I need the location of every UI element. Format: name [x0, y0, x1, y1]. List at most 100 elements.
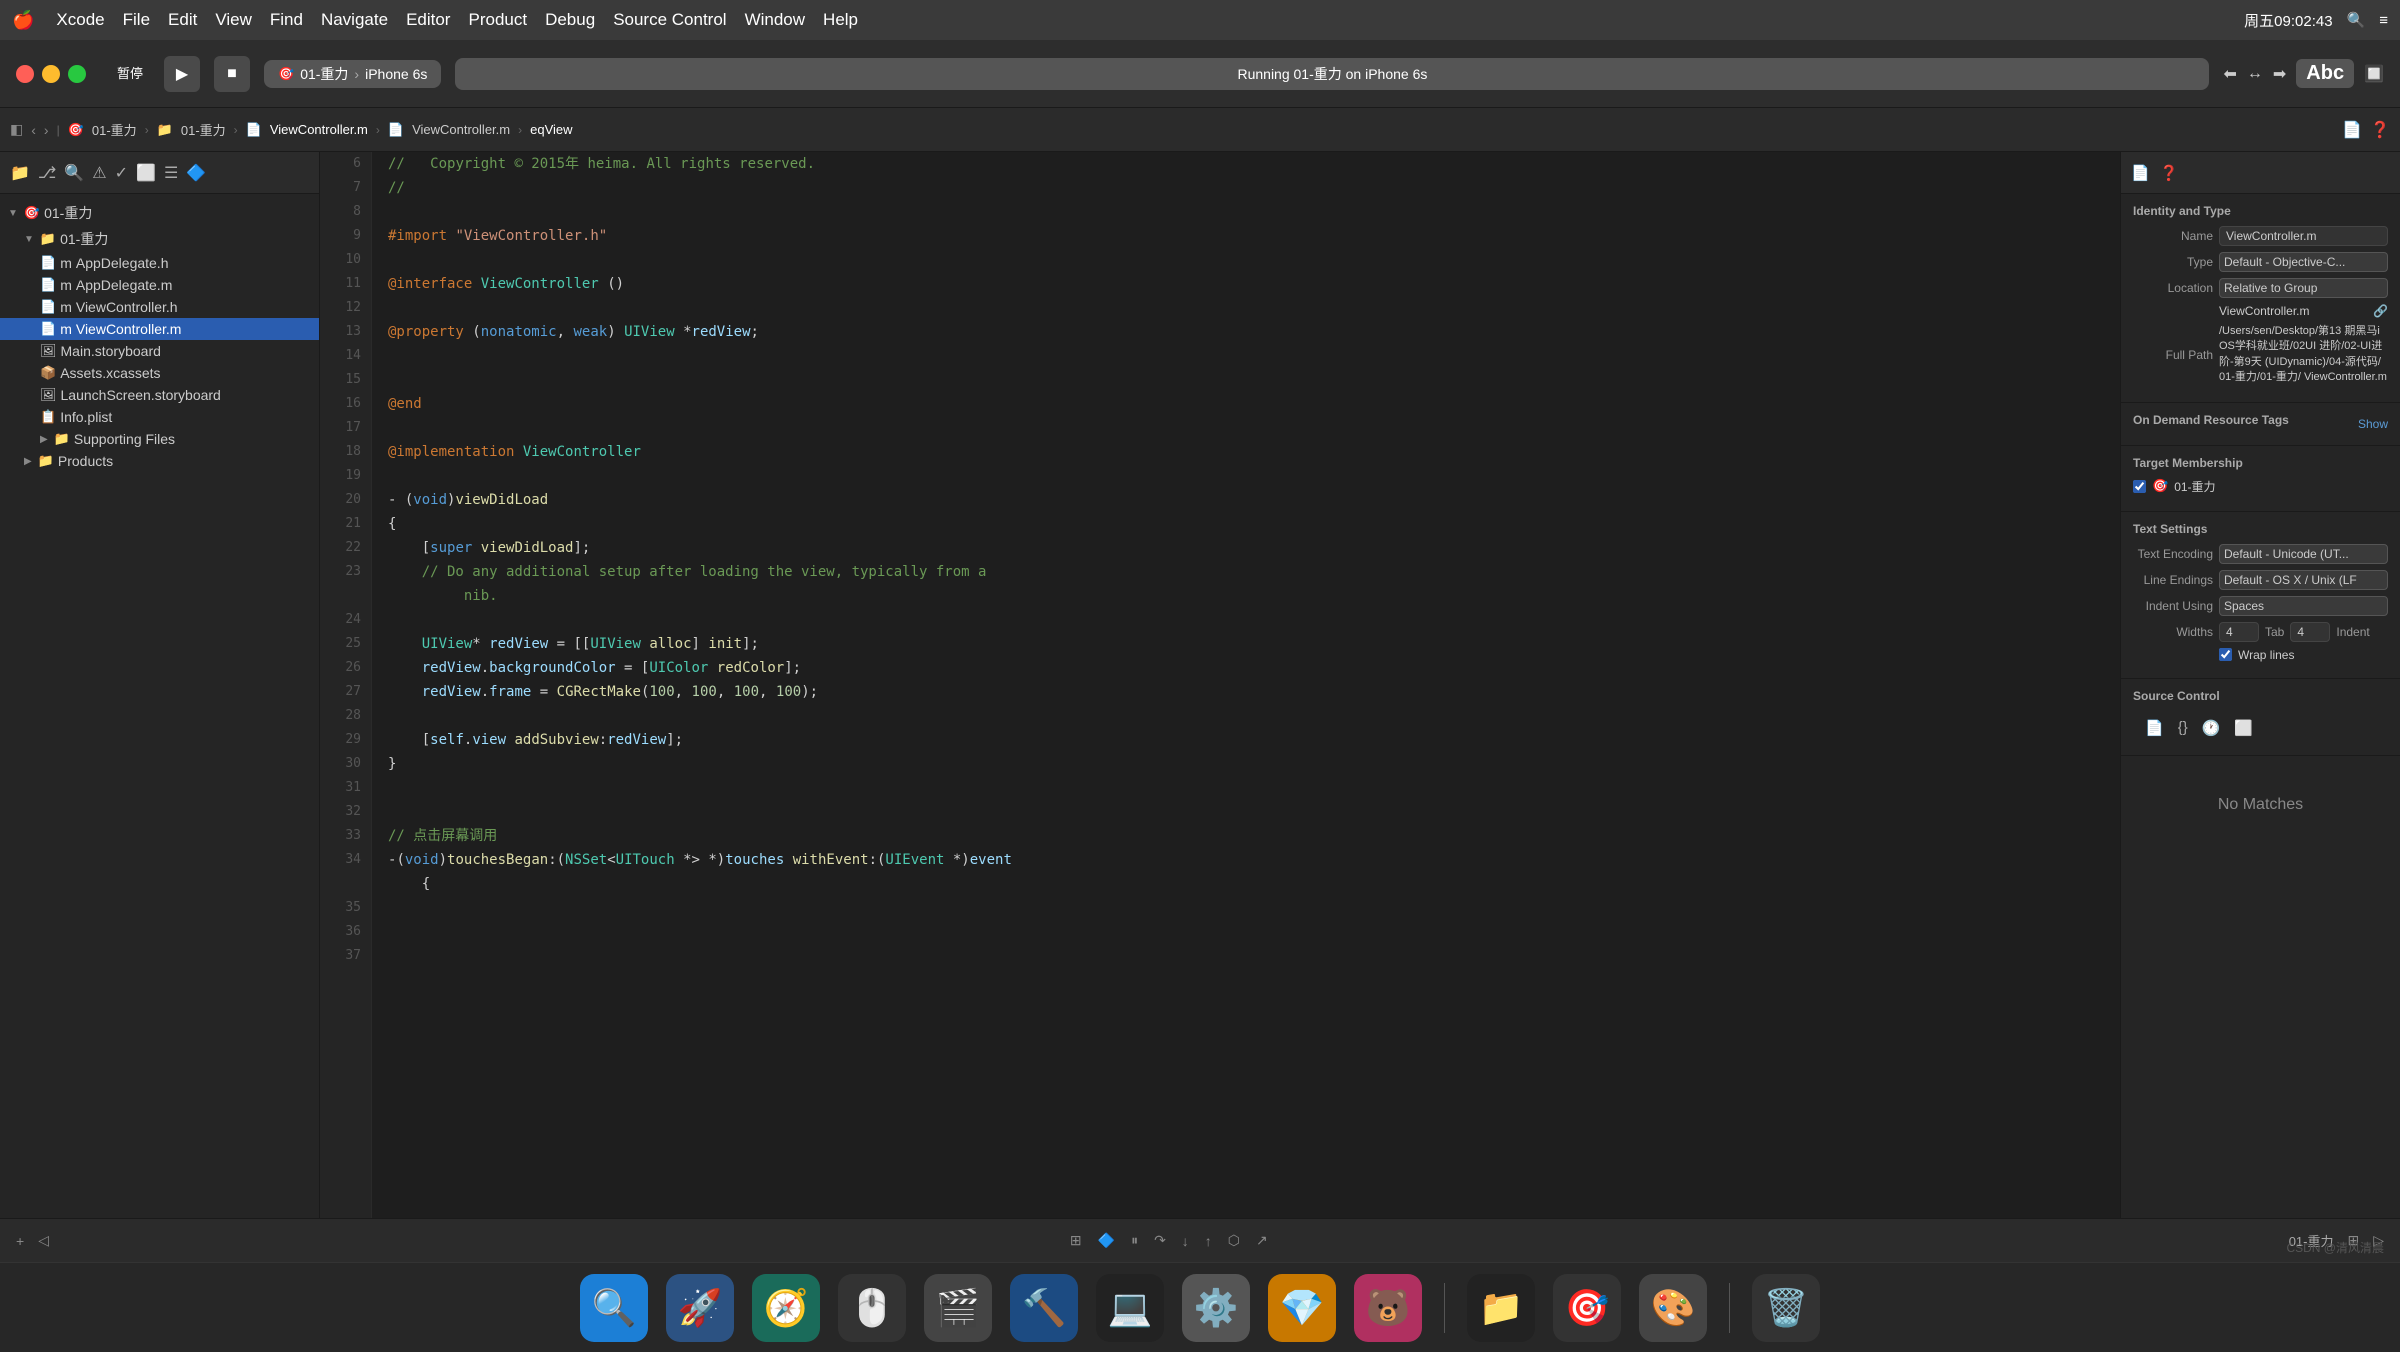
file-item-appdelegate-h[interactable]: 📄 m AppDelegate.h: [0, 252, 319, 274]
breadcrumb-symbol[interactable]: ViewController.m: [412, 122, 510, 137]
menu-view[interactable]: View: [215, 10, 252, 30]
breadcrumb-file[interactable]: ViewController.m: [270, 122, 368, 137]
menu-editor[interactable]: Editor: [406, 10, 450, 30]
breakpoint-icon[interactable]: 🔷: [1098, 1232, 1115, 1249]
tab-width-input[interactable]: [2219, 622, 2259, 642]
breakpoint-icon[interactable]: ☰: [164, 163, 178, 183]
encoding-select[interactable]: Default - Unicode (UT...: [2219, 544, 2388, 564]
nav-back-icon[interactable]: ‹: [31, 122, 36, 138]
menu-xcode[interactable]: Xcode: [56, 10, 104, 30]
file-item-products[interactable]: ▶ 📁 Products: [0, 450, 319, 472]
dock-finder[interactable]: 🔍: [580, 1274, 648, 1342]
menu-icon[interactable]: ≡: [2379, 12, 2388, 29]
share-icon[interactable]: 🔲: [2364, 64, 2384, 84]
dock-safari[interactable]: 🧭: [752, 1274, 820, 1342]
file-item-main-storyboard[interactable]: 🖼 Main.storyboard: [0, 340, 319, 362]
test-icon[interactable]: ✓: [115, 163, 128, 183]
menu-file[interactable]: File: [123, 10, 150, 30]
menu-product[interactable]: Product: [468, 10, 527, 30]
location-select[interactable]: Relative to Group: [2219, 278, 2388, 298]
nav-icon-2[interactable]: ↔: [2247, 65, 2263, 83]
indent-select[interactable]: Spaces: [2219, 596, 2388, 616]
file-item-info-plist[interactable]: 📋 Info.plist: [0, 406, 319, 428]
menu-window[interactable]: Window: [745, 10, 805, 30]
debug-icon[interactable]: ⬡: [1228, 1232, 1240, 1249]
sc-history-icon[interactable]: 🕐: [2202, 719, 2221, 737]
type-select[interactable]: Default - Objective-C...: [2219, 252, 2388, 272]
maximize-button[interactable]: [68, 65, 86, 83]
nav-icon-3[interactable]: ➡: [2273, 64, 2286, 84]
warning-icon[interactable]: ⚠: [92, 163, 106, 183]
dock-app1[interactable]: 📁: [1467, 1274, 1535, 1342]
dock-xcode[interactable]: 🔨: [1010, 1274, 1078, 1342]
file-item-viewcontroller-h[interactable]: 📄 m ViewController.h: [0, 296, 319, 318]
target-checkbox[interactable]: [2133, 480, 2146, 493]
menu-navigate[interactable]: Navigate: [321, 10, 388, 30]
file-inspector-icon[interactable]: 📄: [2131, 164, 2150, 182]
inspector-toggle-icon[interactable]: 📄: [2342, 120, 2362, 140]
show-button[interactable]: Show: [2358, 417, 2388, 431]
breadcrumb-project[interactable]: 01-重力: [92, 120, 137, 139]
file-item-viewcontroller-m[interactable]: 📄 m ViewController.m: [0, 318, 319, 340]
stop-button[interactable]: ■: [214, 56, 250, 92]
menu-edit[interactable]: Edit: [168, 10, 197, 30]
line-endings-select[interactable]: Default - OS X / Unix (LF: [2219, 570, 2388, 590]
nav-icon-1[interactable]: ⬅: [2223, 64, 2236, 84]
dock-launchpad[interactable]: 🚀: [666, 1274, 734, 1342]
tree-group1[interactable]: ▼ 📁 01-重力: [0, 226, 319, 252]
file-item-supporting-files[interactable]: ▶ 📁 Supporting Files: [0, 428, 319, 450]
dock-app2[interactable]: 🎯: [1553, 1274, 1621, 1342]
close-button[interactable]: [16, 65, 34, 83]
code-editor[interactable]: 6 7 8 9 10 11 12 13 14 15 16 17 18 19 20…: [320, 152, 2120, 1262]
folder-nav-icon[interactable]: 📁: [10, 163, 30, 183]
search-nav-icon[interactable]: 🔍: [64, 163, 84, 183]
scheme-selector[interactable]: 🎯 01-重力 › iPhone 6s: [264, 60, 441, 88]
quick-help-icon[interactable]: ❓: [2160, 164, 2179, 182]
pause-icon[interactable]: ⏸: [1131, 1232, 1138, 1249]
dock-bear[interactable]: 🐻: [1354, 1274, 1422, 1342]
name-input[interactable]: [2219, 226, 2388, 246]
back-icon[interactable]: ◁: [38, 1232, 49, 1249]
report-icon[interactable]: 🔷: [186, 163, 206, 183]
code-line: [388, 464, 2104, 488]
code-line: [388, 416, 2104, 440]
dock-sketch[interactable]: 💎: [1268, 1274, 1336, 1342]
dock-trash[interactable]: 🗑️: [1752, 1274, 1820, 1342]
minimize-button[interactable]: [42, 65, 60, 83]
source-control-icon[interactable]: ⎇: [38, 163, 56, 183]
wrap-lines-checkbox[interactable]: [2219, 648, 2232, 661]
menu-help[interactable]: Help: [823, 10, 858, 30]
debug-icon[interactable]: ⬜: [136, 163, 156, 183]
menu-find[interactable]: Find: [270, 10, 303, 30]
sc-code-icon[interactable]: {}: [2178, 719, 2188, 736]
dock-quicktime[interactable]: 🎬: [924, 1274, 992, 1342]
file-item-launchscreen[interactable]: 🖼 LaunchScreen.storyboard: [0, 384, 319, 406]
sc-blame-icon[interactable]: ⬜: [2234, 719, 2253, 737]
sidebar-toggle-icon[interactable]: ◧: [10, 121, 23, 138]
help-icon[interactable]: ❓: [2370, 120, 2390, 140]
reveal-icon[interactable]: 🔗: [2373, 304, 2388, 318]
add-file-icon[interactable]: +: [16, 1233, 24, 1249]
dock-system-prefs[interactable]: ⚙️: [1182, 1274, 1250, 1342]
step-into-icon[interactable]: ↓: [1182, 1233, 1189, 1249]
menu-debug[interactable]: Debug: [545, 10, 595, 30]
sc-file-icon[interactable]: 📄: [2145, 719, 2164, 737]
dock-mouse[interactable]: 🖱️: [838, 1274, 906, 1342]
breadcrumb-member[interactable]: eqView: [530, 122, 572, 137]
file-item-assets[interactable]: 📦 Assets.xcassets: [0, 362, 319, 384]
share-icon[interactable]: ↗: [1256, 1232, 1268, 1249]
step-out-icon[interactable]: ↑: [1205, 1233, 1212, 1249]
step-over-icon[interactable]: ↷: [1154, 1232, 1166, 1249]
menu-source-control[interactable]: Source Control: [613, 10, 726, 30]
breadcrumb-group[interactable]: 01-重力: [181, 120, 226, 139]
run-button[interactable]: ▶: [164, 56, 200, 92]
dock-terminal[interactable]: 💻: [1096, 1274, 1164, 1342]
apple-menu[interactable]: 🍎: [12, 10, 34, 31]
search-icon[interactable]: 🔍: [2347, 11, 2366, 29]
layout-icon[interactable]: ⊞: [1070, 1232, 1082, 1249]
file-item-appdelegate-m[interactable]: 📄 m AppDelegate.m: [0, 274, 319, 296]
dock-app3[interactable]: 🎨: [1639, 1274, 1707, 1342]
tree-root[interactable]: ▼ 🎯 01-重力: [0, 200, 319, 226]
nav-forward-icon[interactable]: ›: [44, 122, 49, 138]
indent-width-input[interactable]: [2290, 622, 2330, 642]
